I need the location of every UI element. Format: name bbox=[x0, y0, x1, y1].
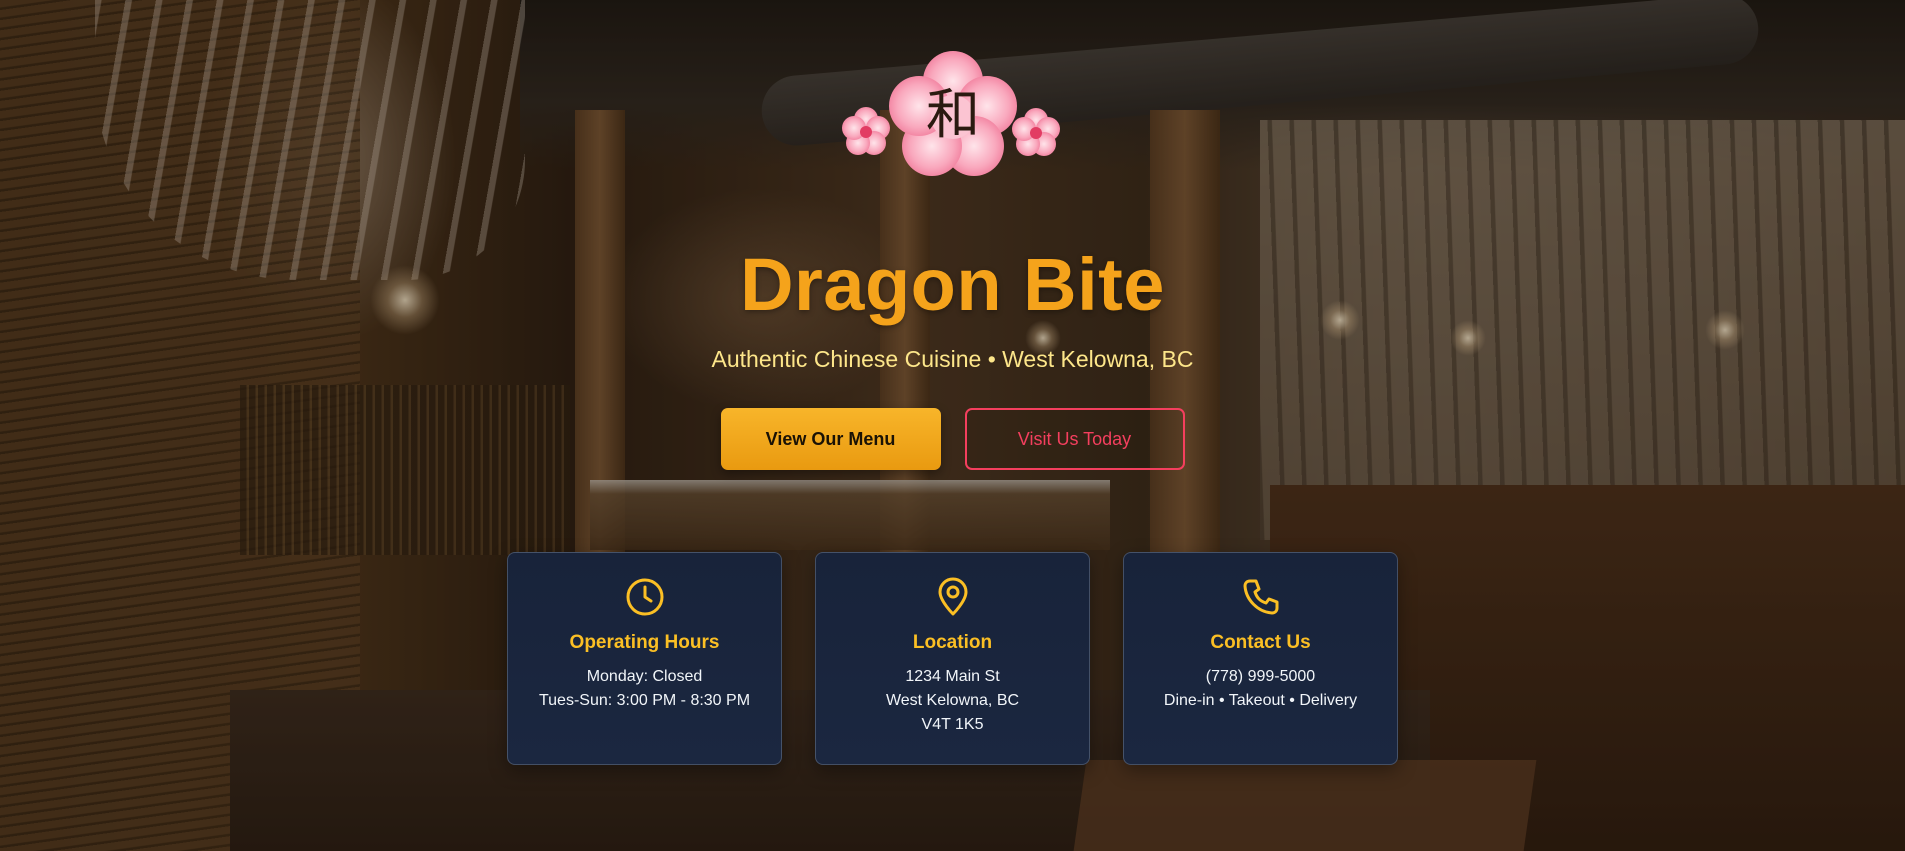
card-line: Dine-in • Takeout • Delivery bbox=[1163, 692, 1358, 709]
card-line: 1234 Main St bbox=[905, 668, 1000, 685]
card-title: Operating Hours bbox=[569, 632, 720, 653]
phone-number[interactable]: (778) 999-5000 bbox=[1124, 665, 1397, 689]
map-pin-icon bbox=[938, 577, 967, 616]
card-line: West Kelowna, BC bbox=[885, 692, 1020, 709]
card-line: Monday: Closed bbox=[586, 668, 703, 685]
cta-row: View Our Menu Visit Us Today bbox=[0, 408, 1905, 470]
card-title: Location bbox=[912, 632, 993, 653]
contact-card: Contact Us (778) 999-5000 Dine-in • Take… bbox=[1123, 552, 1398, 765]
card-title: Contact Us bbox=[1210, 632, 1311, 653]
phone-icon bbox=[1243, 579, 1278, 615]
page-subtitle: Authentic Chinese Cuisine • West Kelowna… bbox=[711, 346, 1194, 372]
info-cards: Operating Hours Monday: Closed Tues-Sun:… bbox=[507, 552, 1399, 765]
location-card: Location 1234 Main St West Kelowna, BC V… bbox=[815, 552, 1090, 765]
view-menu-button[interactable]: View Our Menu bbox=[720, 408, 941, 470]
clock-icon bbox=[626, 578, 663, 616]
page-title: Dragon Bite bbox=[740, 243, 1165, 326]
card-line: V4T 1K5 bbox=[921, 716, 984, 733]
card-line: Tues-Sun: 3:00 PM - 8:30 PM bbox=[538, 692, 751, 709]
visit-us-button[interactable]: Visit Us Today bbox=[964, 408, 1185, 470]
logo-glyph: 和 bbox=[926, 83, 980, 146]
hours-card: Operating Hours Monday: Closed Tues-Sun:… bbox=[507, 552, 782, 765]
